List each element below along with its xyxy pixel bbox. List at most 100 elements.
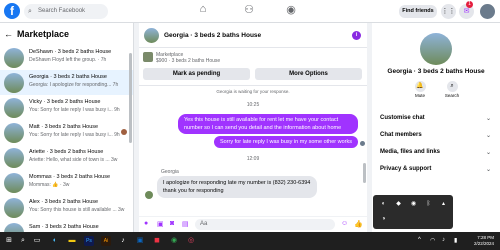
- friends-nav-icon[interactable]: ⚇: [239, 3, 259, 19]
- task-view-icon[interactable]: ▭: [32, 236, 42, 246]
- conversation-title: Vicky · 3 beds 2 baths House: [29, 99, 101, 105]
- conversation-list: DeShawn · 3 beds 2 baths House DeShawn Fl…: [0, 45, 133, 232]
- details-avatar[interactable]: [420, 33, 452, 65]
- image-icon[interactable]: ▣: [157, 220, 164, 228]
- conversation-preview: Georgia: I apologize for responding... 7…: [29, 82, 119, 88]
- bluetooth-icon[interactable]: ᛒ: [425, 201, 432, 208]
- whatsapp-tray-icon[interactable]: ◉: [410, 201, 417, 208]
- conversation-item[interactable]: Sam · 3 beds 2 baths House: [0, 220, 133, 232]
- edge-icon[interactable]: ◐: [50, 236, 60, 246]
- conversation-thumbnail: [4, 123, 24, 143]
- battery-icon[interactable]: ▮: [454, 237, 457, 244]
- sender-name: Georgia: [161, 169, 179, 175]
- conversation-title: Mommas · 3 beds 2 baths House: [29, 174, 111, 180]
- file-explorer-icon[interactable]: ▬: [67, 236, 77, 246]
- taskbar-search-icon[interactable]: ⌕: [18, 236, 28, 246]
- start-menu-icon[interactable]: ⊞: [4, 236, 14, 246]
- chat-title[interactable]: Georgia · 3 beds 2 baths House: [164, 32, 261, 39]
- tray-app-icon[interactable]: ▴: [440, 201, 447, 208]
- tiktok-icon[interactable]: ♪: [118, 236, 128, 246]
- taskbar-clock[interactable]: 7:28 PM 2/22/2024: [474, 235, 494, 247]
- groups-nav-icon[interactable]: ◉: [281, 3, 301, 19]
- conversation-item[interactable]: DeShawn · 3 beds 2 baths House DeShawn Fl…: [0, 45, 133, 70]
- overflow-arrow-icon[interactable]: ^: [418, 237, 421, 243]
- conversation-preview: You: Sorry for late reply I was busy i..…: [29, 132, 120, 138]
- volume-icon[interactable]: ♪: [442, 237, 445, 243]
- timestamp: 10:25: [246, 102, 260, 108]
- linkedin-icon[interactable]: ▣: [135, 236, 145, 246]
- emoji-icon[interactable]: ☺: [341, 220, 348, 227]
- tray-app-icon[interactable]: ◆: [395, 201, 402, 208]
- mark-as-pending-button[interactable]: Mark as pending: [143, 68, 250, 80]
- search-conversation-button[interactable]: ⌕ Search: [442, 81, 462, 98]
- timestamp: 12:09: [246, 156, 260, 162]
- listing-thumbnail[interactable]: [143, 52, 153, 62]
- notification-badge: 1: [466, 1, 473, 8]
- network-icon[interactable]: ◠: [430, 237, 435, 244]
- instagram-icon[interactable]: ◎: [186, 236, 196, 246]
- microphone-icon[interactable]: ●: [144, 220, 148, 227]
- listing-card: Marketplace $900 · 3 beds 2 baths House …: [139, 48, 367, 86]
- waiting-notice: Georgia is waiting for your response.: [216, 89, 290, 94]
- listing-price[interactable]: $900 · 3 beds 2 baths House: [156, 58, 220, 64]
- mute-label: Mute: [414, 93, 425, 98]
- conversation-preview: You: Sorry for late reply I was busy i..…: [29, 107, 120, 113]
- seen-avatar: [121, 129, 127, 135]
- conversation-item[interactable]: Vicky · 3 beds 2 baths House You: Sorry f…: [0, 95, 133, 120]
- incoming-message[interactable]: I apologize for responding late my numbe…: [157, 176, 317, 198]
- search-input[interactable]: ⌕ Search Facebook: [24, 4, 108, 19]
- outgoing-message[interactable]: Sorry for late reply I was busy in my so…: [213, 136, 358, 148]
- chat-header: Georgia · 3 beds 2 baths House i: [139, 23, 367, 48]
- conversation-thumbnail: [4, 223, 24, 232]
- outgoing-message[interactable]: Yes this house is still available for re…: [178, 114, 358, 134]
- search-label: Search: [444, 93, 460, 98]
- profile-avatar[interactable]: [480, 4, 495, 19]
- chat-panel: Georgia · 3 beds 2 baths House i Marketp…: [139, 23, 367, 232]
- chevron-down-icon: ⌄: [486, 167, 492, 173]
- details-title: Georgia · 3 beds 2 baths House: [387, 68, 485, 75]
- privacy-support-item[interactable]: Privacy & support ⌄: [380, 166, 491, 173]
- conversation-preview: Ariette: Hello, what side of town is ...…: [29, 157, 118, 163]
- more-options-button[interactable]: More Options: [255, 68, 362, 80]
- conversation-item[interactable]: Matt · 3 beds 2 baths House You: Sorry fo…: [0, 120, 133, 145]
- edge-tray-icon[interactable]: ◐: [380, 201, 387, 208]
- like-icon[interactable]: 👍: [354, 220, 363, 228]
- conversation-title: Alex · 3 beds 2 baths House: [29, 199, 99, 205]
- sticker-icon[interactable]: ◙: [170, 220, 174, 227]
- menu-grid-icon[interactable]: ⋮⋮: [441, 4, 456, 19]
- conversation-title: DeShawn · 3 beds 2 baths House: [29, 49, 112, 55]
- chat-scrollbar[interactable]: [363, 163, 366, 183]
- conversation-item[interactable]: Georgia · 3 beds 2 baths House Georgia: I…: [0, 70, 133, 95]
- conversation-thumbnail: [4, 148, 24, 168]
- conversation-thumbnail: [4, 73, 24, 93]
- sender-avatar[interactable]: [145, 191, 153, 199]
- conversation-preview: Mommas: 👍 · 3w: [29, 182, 70, 188]
- customise-chat-item[interactable]: Customise chat ⌄: [380, 115, 491, 122]
- media-files-links-item[interactable]: Media, files and links ⌄: [380, 149, 491, 156]
- illustrator-icon[interactable]: Ai: [101, 236, 111, 246]
- tray-app-icon[interactable]: ◑: [380, 216, 387, 223]
- chat-members-item[interactable]: Chat members ⌄: [380, 132, 491, 139]
- message-input[interactable]: Aa: [195, 219, 335, 230]
- conversation-thumbnail: [4, 98, 24, 118]
- conversation-item[interactable]: Ariette · 3 beds 2 baths House Ariette: H…: [0, 145, 133, 170]
- home-nav-icon[interactable]: ⌂: [193, 3, 213, 19]
- chrome-icon[interactable]: ◉: [169, 236, 179, 246]
- app-icon[interactable]: ◼: [152, 236, 162, 246]
- facebook-logo-icon[interactable]: f: [4, 3, 20, 19]
- chat-avatar[interactable]: [144, 28, 159, 43]
- sidebar-scrollbar[interactable]: [129, 53, 132, 143]
- mute-button[interactable]: 🔔 Mute: [410, 81, 430, 98]
- conversation-item[interactable]: Mommas · 3 beds 2 baths House Mommas: 👍 ·…: [0, 170, 133, 195]
- back-arrow-icon[interactable]: ←: [4, 29, 13, 39]
- bell-icon: 🔔: [414, 81, 426, 92]
- photoshop-icon[interactable]: Ps: [84, 236, 94, 246]
- windows-taskbar: ⊞ ⌕ ▭ ◐ ▬ Ps Ai ♪ ▣ ◼ ◉ ◎ ^ ◠ ♪ ▮ 7:28 P…: [0, 232, 500, 250]
- info-icon[interactable]: i: [352, 31, 361, 40]
- conversation-preview: DeShawn Floyd left the group. · 7h: [29, 57, 107, 63]
- conversation-item[interactable]: Alex · 3 beds 2 baths House You: Sorry th…: [0, 195, 133, 220]
- clock-date: 2/22/2024: [473, 241, 494, 246]
- gif-icon[interactable]: ▤: [182, 220, 189, 228]
- find-friends-button[interactable]: Find friends: [399, 5, 437, 18]
- conversation-title: Sam · 3 beds 2 baths House: [29, 224, 99, 230]
